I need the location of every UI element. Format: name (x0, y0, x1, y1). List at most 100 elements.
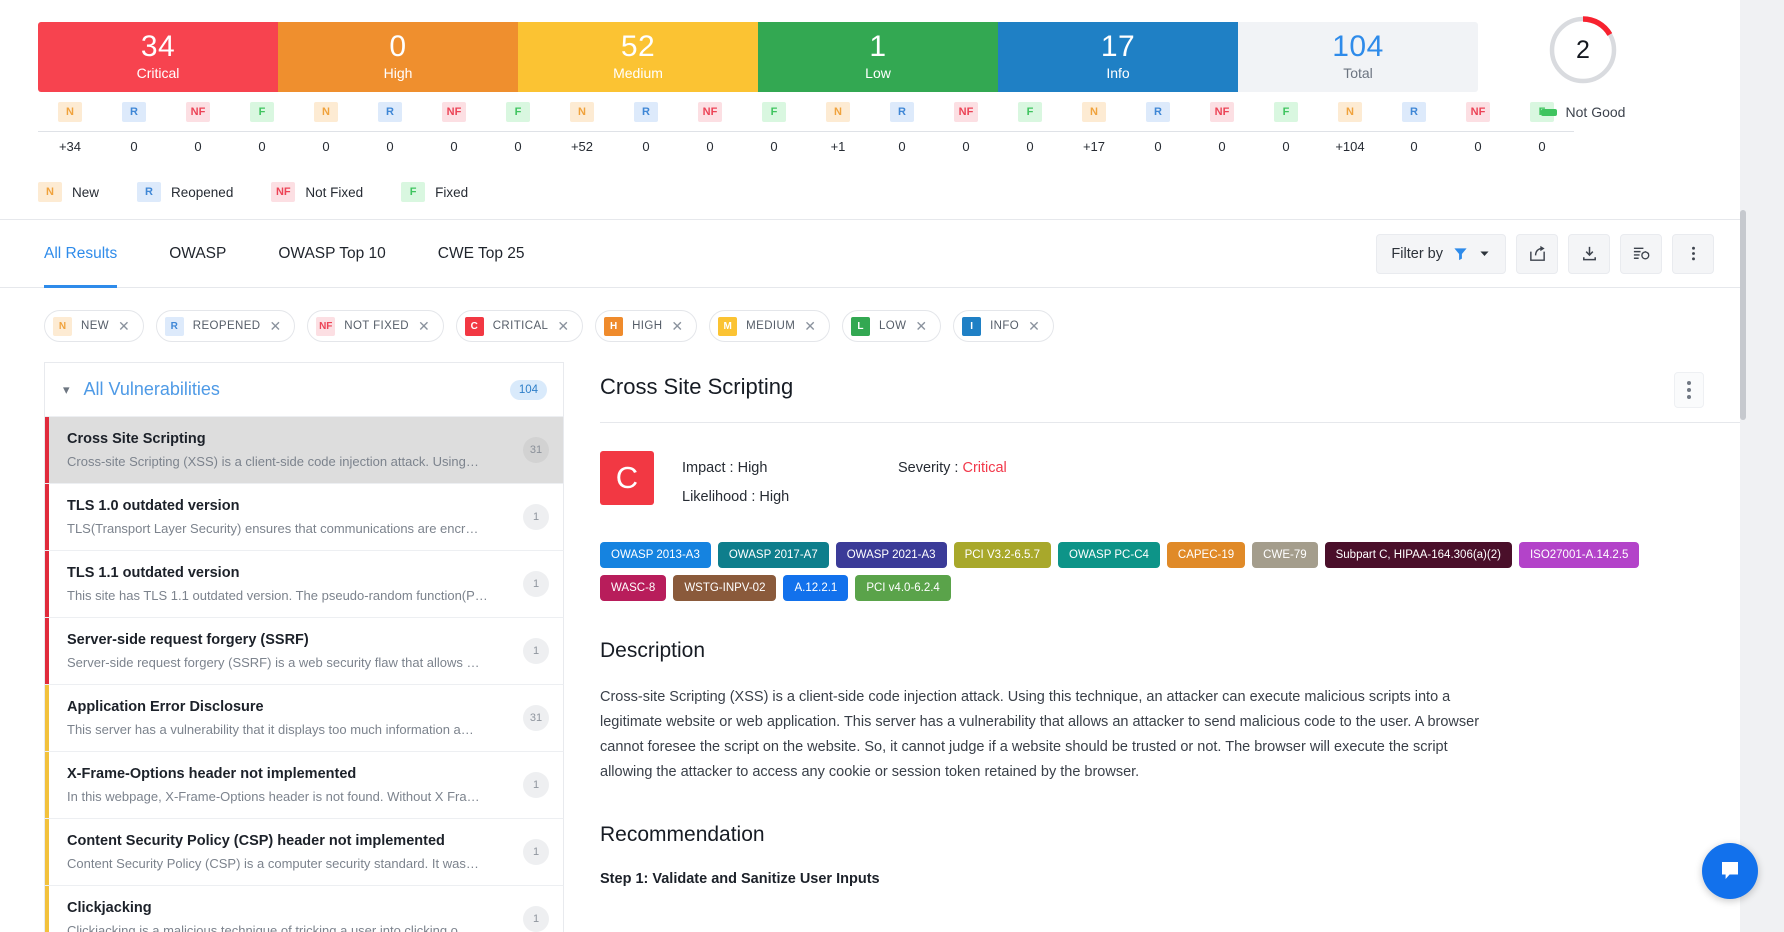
vulnerability-list-item[interactable]: TLS 1.1 outdated version This site has TL… (44, 550, 564, 617)
severity-cell-medium[interactable]: 52 Medium (518, 22, 758, 92)
chevron-down-icon[interactable]: ▾ (63, 382, 70, 398)
chip-remove-icon[interactable]: ✕ (557, 319, 569, 333)
vulnerability-list-item[interactable]: TLS 1.0 outdated version TLS(Transport La… (44, 483, 564, 550)
download-button[interactable] (1568, 233, 1610, 274)
vulnerability-list-item[interactable]: Server-side request forgery (SSRF) Server… (44, 617, 564, 684)
status-column-nf[interactable]: NF 0 (422, 102, 486, 154)
status-column-f[interactable]: F0 (486, 102, 550, 154)
filter-chip-new[interactable]: N NEW ✕ (44, 310, 144, 342)
severity-label: High (383, 65, 413, 81)
severity-cell-high[interactable]: 0 High (278, 22, 518, 92)
vulnerability-list-item[interactable]: Content Security Policy (CSP) header not… (44, 818, 564, 885)
compliance-tag[interactable]: WASC-8 (600, 575, 667, 601)
vulnerability-list-item[interactable]: Clickjacking Clickjacking is a malicious … (44, 885, 564, 932)
compliance-tag[interactable]: WSTG-INPV-02 (673, 575, 777, 601)
filter-chip-medium[interactable]: M MEDIUM ✕ (709, 310, 830, 342)
compliance-tag[interactable]: PCI V3.2-6.5.7 (953, 542, 1052, 568)
compliance-tag[interactable]: A.12.2.1 (783, 575, 849, 601)
compliance-tag[interactable]: CWE-79 (1252, 542, 1318, 568)
severity-cell-total[interactable]: 104 Total (1238, 22, 1478, 92)
status-group: N +52 R 0 NF 0 F 0 (550, 102, 806, 154)
vulnerability-list-item[interactable]: X-Frame-Options header not implemented In… (44, 751, 564, 818)
share-export-button[interactable] (1516, 233, 1558, 274)
chip-remove-icon[interactable]: ✕ (671, 319, 683, 333)
status-column-r[interactable]: R0 (358, 102, 422, 154)
status-column-n[interactable]: N0 (294, 102, 358, 154)
severity-color-bar (45, 484, 49, 550)
tab-all-results[interactable]: All Results (44, 220, 118, 288)
filter-by-button[interactable]: Filter by (1376, 233, 1506, 274)
tab-owasp[interactable]: OWASP (169, 220, 226, 288)
status-column-r[interactable]: R0 (1126, 102, 1190, 154)
vulnerability-list-item[interactable]: Cross Site Scripting Cross-site Scripting… (44, 416, 564, 483)
compliance-tag[interactable]: PCI v4.0-6.2.4 (855, 575, 951, 601)
status-column-nf[interactable]: NF 0 (1190, 102, 1254, 154)
severity-line: Severity : Critical (898, 454, 1007, 483)
severity-cell-info[interactable]: 17 Info (998, 22, 1238, 92)
results-content: ▾ All Vulnerabilities 104 Cross Site Scr… (0, 362, 1740, 932)
vulnerability-instance-count: 1 (523, 906, 549, 932)
filter-chip-info[interactable]: I INFO ✕ (953, 310, 1054, 342)
description-heading: Description (600, 639, 706, 662)
chip-badge: L (850, 316, 870, 336)
status-column-f[interactable]: F0 (998, 102, 1062, 154)
chip-remove-icon[interactable]: ✕ (418, 319, 430, 333)
detail-meta-row: C Impact : High Likelihood : High Severi… (600, 451, 1740, 512)
filter-chip-high[interactable]: H HIGH ✕ (595, 310, 698, 342)
status-column-nf[interactable]: NF 0 (934, 102, 998, 154)
gauge-donut: 2 (1545, 12, 1621, 88)
status-column-n[interactable]: N +17 (1062, 102, 1126, 154)
severity-color-bar (45, 819, 49, 885)
status-column-n[interactable]: N +34 (38, 102, 102, 154)
recommendation-step: Step 1: Validate and Sanitize User Input… (600, 871, 880, 887)
vulnerability-list-item[interactable]: Application Error Disclosure This server … (44, 684, 564, 751)
status-column-r[interactable]: R0 (1382, 102, 1446, 154)
status-breakdown-grid: N +34 R 0 NF 0 F 0 N 0 R 0 NF 0 F 0 N +52 R 0 NF 0 F 0 N +1 R 0 NF 0 F… (38, 102, 1574, 154)
filter-chip-critical[interactable]: C CRITICAL ✕ (455, 310, 584, 342)
status-column-n[interactable]: N +104 (1318, 102, 1382, 154)
status-column-n[interactable]: N +1 (806, 102, 870, 154)
filter-chip-low[interactable]: L LOW ✕ (841, 310, 942, 342)
detail-more-options-button[interactable] (1674, 372, 1704, 408)
compliance-tag[interactable]: CAPEC-19 (1166, 542, 1246, 568)
compliance-tag[interactable]: OWASP 2017-A7 (717, 542, 829, 568)
status-rule (614, 131, 678, 132)
chip-badge: H (604, 316, 624, 336)
status-column-r[interactable]: R0 (102, 102, 166, 154)
tab-cwe-top-25[interactable]: CWE Top 25 (438, 220, 525, 288)
tab-owasp-top-10[interactable]: OWASP Top 10 (278, 220, 385, 288)
status-column-nf[interactable]: NF 0 (678, 102, 742, 154)
chat-widget-button[interactable] (1702, 843, 1758, 899)
status-column-n[interactable]: N +52 (550, 102, 614, 154)
gauge-legend: Not Good (1540, 104, 1625, 120)
chip-remove-icon[interactable]: ✕ (915, 319, 927, 333)
compliance-tag[interactable]: OWASP PC-C4 (1058, 542, 1160, 568)
status-column-f[interactable]: F0 (1254, 102, 1318, 154)
status-column-r[interactable]: R0 (870, 102, 934, 154)
status-column-r[interactable]: R0 (614, 102, 678, 154)
vulnerability-summary: Clickjacking is a malicious technique of… (67, 923, 471, 932)
status-badge-n: N (570, 102, 594, 122)
chip-remove-icon[interactable]: ✕ (804, 319, 816, 333)
chevron-down-icon (1480, 251, 1489, 256)
chip-remove-icon[interactable]: ✕ (118, 319, 130, 333)
compliance-tag[interactable]: OWASP 2013-A3 (600, 542, 711, 568)
status-column-f[interactable]: F0 (742, 102, 806, 154)
vulnerability-list-header[interactable]: ▾ All Vulnerabilities 104 (44, 362, 564, 416)
compliance-tag[interactable]: Subpart C, HIPAA-164.306(a)(2) (1324, 542, 1512, 568)
page-scrollbar[interactable] (1740, 210, 1746, 420)
chip-remove-icon[interactable]: ✕ (270, 319, 282, 333)
severity-cell-critical[interactable]: 34 Critical (38, 22, 278, 92)
status-column-f[interactable]: F0 (230, 102, 294, 154)
filter-chip-reopened[interactable]: R REOPENED ✕ (155, 310, 296, 342)
compliance-tag[interactable]: OWASP 2021-A3 (835, 542, 947, 568)
status-value: 0 (962, 139, 970, 154)
bug-report-button[interactable] (1620, 233, 1662, 274)
filter-chip-not-fixed[interactable]: NF NOT FIXED ✕ (307, 310, 444, 342)
status-badge-n: N (1082, 102, 1106, 122)
severity-cell-low[interactable]: 1 Low (758, 22, 998, 92)
status-column-nf[interactable]: NF 0 (166, 102, 230, 154)
more-options-button[interactable] (1672, 233, 1714, 274)
chip-remove-icon[interactable]: ✕ (1028, 319, 1040, 333)
compliance-tag[interactable]: ISO27001-A.14.2.5 (1518, 542, 1640, 568)
